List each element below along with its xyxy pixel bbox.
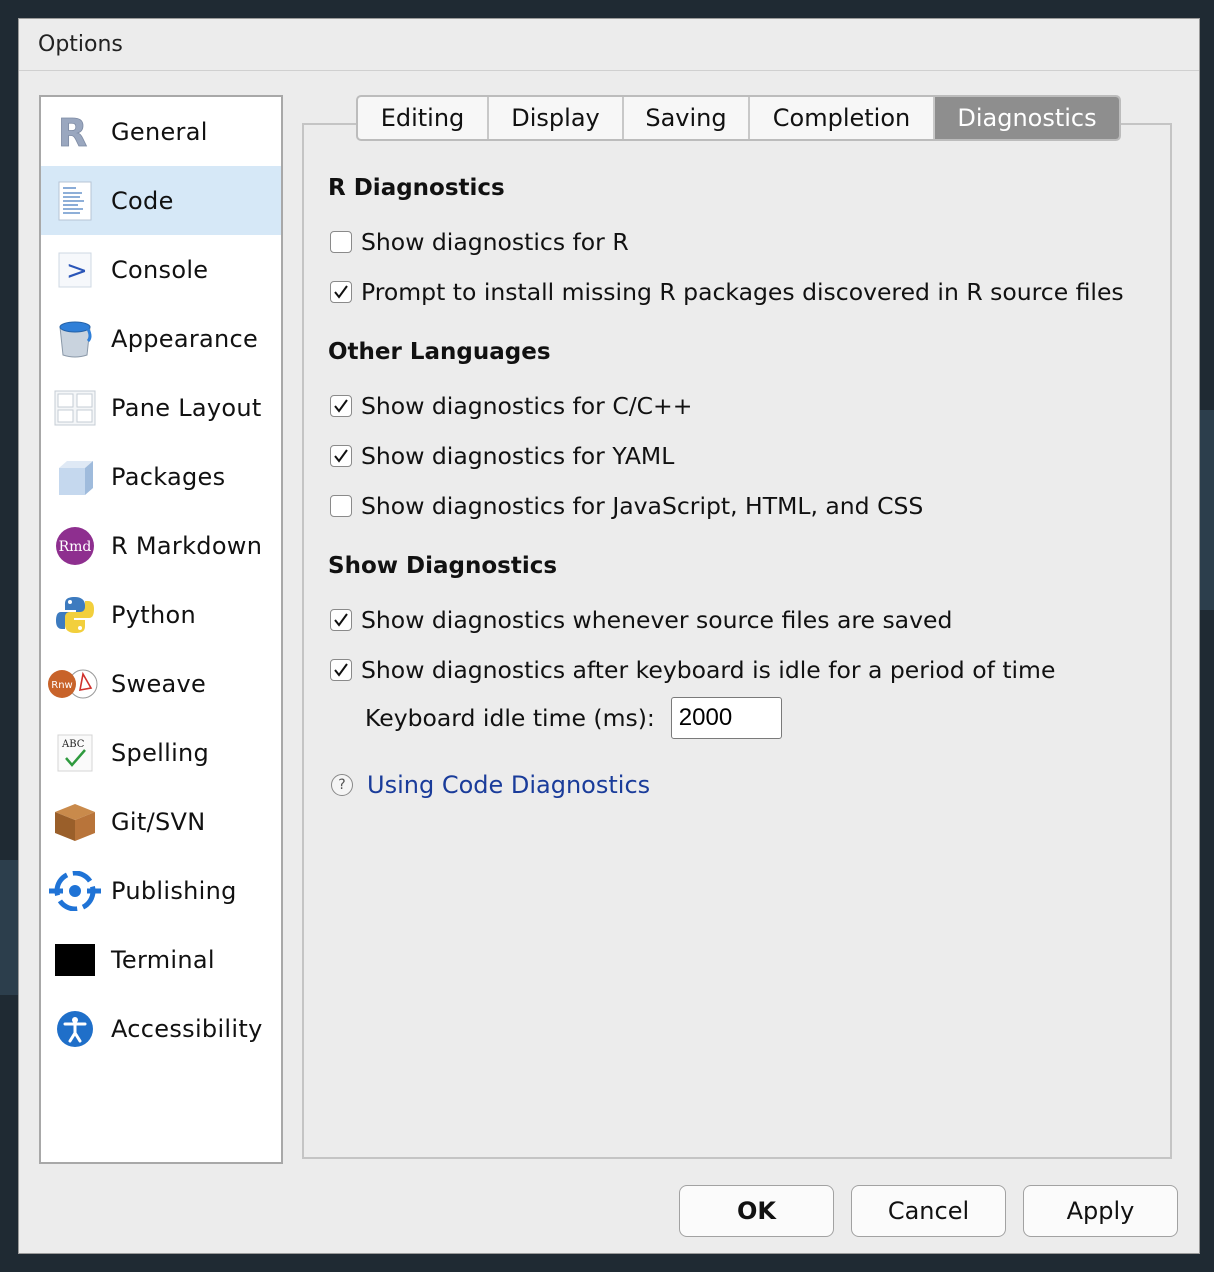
- r-logo-icon: R: [53, 110, 97, 154]
- idle-time-label: Keyboard idle time (ms):: [365, 704, 655, 732]
- svg-text:Rmd: Rmd: [59, 539, 92, 555]
- section-title-show-diagnostics: Show Diagnostics: [328, 553, 558, 579]
- svg-text:Rnw: Rnw: [51, 680, 72, 691]
- diagnostics-on-save-checkbox[interactable]: Show diagnostics whenever source files a…: [330, 606, 952, 634]
- window-title: Options: [38, 32, 123, 57]
- checkbox-checked-icon[interactable]: [330, 445, 352, 467]
- svg-text:ABC: ABC: [61, 739, 85, 750]
- rmd-icon: Rmd: [53, 524, 97, 568]
- sidebar-item-python[interactable]: Python: [41, 580, 281, 649]
- show-diagnostics-yaml-checkbox[interactable]: Show diagnostics for YAML: [330, 442, 674, 470]
- sidebar-item-label: Spelling: [111, 738, 210, 767]
- section-title-other-languages: Other Languages: [328, 339, 551, 365]
- checkbox-checked-icon[interactable]: [330, 609, 352, 631]
- help-link-row: ? Using Code Diagnostics: [331, 771, 650, 799]
- publishing-icon: [49, 869, 101, 913]
- sidebar-item-general[interactable]: R General: [41, 97, 281, 166]
- sidebar-item-label: Publishing: [111, 876, 237, 905]
- sidebar-item-label: Pane Layout: [111, 393, 262, 422]
- checkbox-unchecked-icon[interactable]: [330, 495, 352, 517]
- checkbox-label: Show diagnostics for JavaScript, HTML, a…: [361, 492, 924, 520]
- sidebar-item-label: Git/SVN: [111, 807, 206, 836]
- code-file-icon: [53, 179, 97, 223]
- cancel-button[interactable]: Cancel: [851, 1185, 1006, 1237]
- show-diagnostics-cpp-checkbox[interactable]: Show diagnostics for C/C++: [330, 392, 692, 420]
- tab-saving[interactable]: Saving: [624, 97, 750, 139]
- sidebar-item-pane-layout[interactable]: Pane Layout: [41, 373, 281, 442]
- checkbox-unchecked-icon[interactable]: [330, 231, 352, 253]
- diagnostics-on-idle-checkbox[interactable]: Show diagnostics after keyboard is idle …: [330, 656, 1055, 684]
- section-title-r-diagnostics: R Diagnostics: [328, 175, 505, 201]
- checkbox-label: Show diagnostics for YAML: [361, 442, 675, 470]
- sidebar-item-label: Code: [111, 186, 174, 215]
- sidebar-item-label: Appearance: [111, 324, 259, 353]
- terminal-icon: [53, 938, 97, 982]
- sidebar-item-label: Console: [111, 255, 209, 284]
- sidebar-item-accessibility[interactable]: Accessibility: [41, 994, 281, 1063]
- checkbox-label: Show diagnostics for C/C++: [361, 392, 693, 420]
- checkbox-label: Show diagnostics after keyboard is idle …: [361, 656, 1056, 684]
- sidebar-item-label: General: [111, 117, 208, 146]
- console-prompt-icon: >: [53, 248, 97, 292]
- sidebar-item-packages[interactable]: Packages: [41, 442, 281, 511]
- sidebar-item-sweave[interactable]: Rnw Sweave: [41, 649, 281, 718]
- tab-diagnostics[interactable]: Diagnostics: [935, 97, 1119, 139]
- sidebar-item-spelling[interactable]: ABC Spelling: [41, 718, 281, 787]
- sidebar-item-label: Packages: [111, 462, 226, 491]
- svg-text:R: R: [58, 112, 87, 152]
- sidebar-item-git-svn[interactable]: Git/SVN: [41, 787, 281, 856]
- sidebar-item-label: Accessibility: [111, 1014, 263, 1043]
- sidebar-item-label: Terminal: [111, 945, 215, 974]
- checkbox-label: Show diagnostics for R: [361, 228, 629, 256]
- prompt-install-packages-checkbox[interactable]: Prompt to install missing R packages dis…: [330, 278, 1124, 306]
- checkbox-label: Prompt to install missing R packages dis…: [361, 278, 1124, 306]
- checkbox-checked-icon[interactable]: [330, 395, 352, 417]
- spelling-icon: ABC: [53, 731, 97, 775]
- sidebar-item-r-markdown[interactable]: Rmd R Markdown: [41, 511, 281, 580]
- sidebar-item-code[interactable]: Code: [41, 166, 281, 235]
- ok-button[interactable]: OK: [679, 1185, 834, 1237]
- background-app-strip: [1200, 410, 1214, 610]
- package-cube-icon: [53, 455, 97, 499]
- sidebar-item-label: Sweave: [111, 669, 207, 698]
- background-app-strip: [0, 860, 18, 995]
- tab-completion[interactable]: Completion: [750, 97, 935, 139]
- title-bar: Options: [19, 19, 1199, 71]
- checkbox-label: Show diagnostics whenever source files a…: [361, 606, 953, 634]
- pane-layout-icon: [53, 386, 97, 430]
- tab-editing[interactable]: Editing: [358, 97, 489, 139]
- checkbox-checked-icon[interactable]: [330, 659, 352, 681]
- sidebar-item-publishing[interactable]: Publishing: [41, 856, 281, 925]
- python-icon: [53, 593, 97, 637]
- paint-bucket-icon: [53, 317, 97, 361]
- using-code-diagnostics-link[interactable]: Using Code Diagnostics: [367, 771, 650, 799]
- show-diagnostics-js-checkbox[interactable]: Show diagnostics for JavaScript, HTML, a…: [330, 492, 923, 520]
- options-sidebar: R General Code > Console Appearance Pane…: [39, 95, 283, 1164]
- git-box-icon: [53, 800, 97, 844]
- svg-text:>: >: [66, 256, 88, 286]
- keyboard-idle-time-row: Keyboard idle time (ms):: [365, 697, 782, 739]
- tab-display[interactable]: Display: [489, 97, 624, 139]
- help-question-icon: ?: [331, 774, 353, 796]
- sweave-icon: Rnw: [47, 662, 99, 706]
- checkbox-checked-icon[interactable]: [330, 281, 352, 303]
- options-dialog: Options R General Code > Console Appeara…: [18, 18, 1200, 1254]
- accessibility-icon: [53, 1007, 97, 1051]
- sidebar-item-appearance[interactable]: Appearance: [41, 304, 281, 373]
- sidebar-item-console[interactable]: > Console: [41, 235, 281, 304]
- sidebar-item-label: Python: [111, 600, 196, 629]
- tab-bar: Editing Display Saving Completion Diagno…: [356, 95, 1121, 141]
- sidebar-item-label: R Markdown: [111, 531, 263, 560]
- sidebar-item-terminal[interactable]: Terminal: [41, 925, 281, 994]
- show-diagnostics-r-checkbox[interactable]: Show diagnostics for R: [330, 228, 629, 256]
- apply-button[interactable]: Apply: [1023, 1185, 1178, 1237]
- idle-time-input[interactable]: [670, 697, 782, 739]
